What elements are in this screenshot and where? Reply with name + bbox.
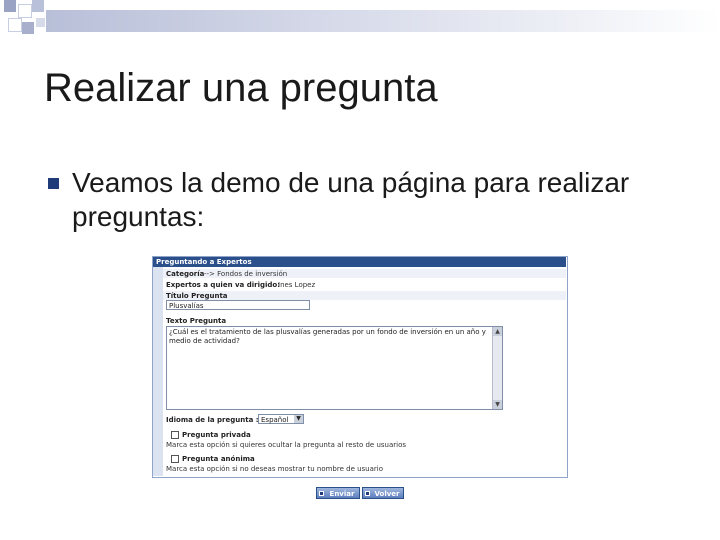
bullet-text: Veamos la demo de una página para realiz… bbox=[72, 167, 630, 232]
back-icon bbox=[365, 491, 370, 496]
deco-square bbox=[8, 18, 22, 32]
titulo-label: Título Pregunta bbox=[166, 292, 228, 300]
scroll-up-icon[interactable]: ▲ bbox=[493, 327, 502, 336]
privada-checkbox[interactable] bbox=[171, 431, 179, 439]
expertos-value: Ines Lopez bbox=[278, 281, 316, 289]
anonima-checkbox[interactable] bbox=[171, 455, 179, 463]
idioma-select[interactable]: Español ▼ bbox=[258, 414, 304, 424]
privada-label: Pregunta privada bbox=[182, 431, 251, 439]
form-header: Preguntando a Expertos bbox=[153, 257, 566, 267]
volver-button[interactable]: Volver bbox=[362, 487, 404, 499]
deco-square bbox=[22, 22, 34, 34]
anonima-help: Marca esta opción si no deseas mostrar t… bbox=[166, 465, 384, 473]
anonima-label: Pregunta anónima bbox=[182, 455, 255, 463]
idioma-label: Idioma de la pregunta : bbox=[166, 416, 259, 424]
scroll-down-icon[interactable]: ▼ bbox=[493, 400, 502, 409]
expertos-label: Expertos a quien va dirigido: bbox=[166, 281, 281, 289]
bullet-square-icon bbox=[48, 178, 59, 189]
send-icon bbox=[319, 491, 324, 496]
categoria-value: --> Fondos de inversión bbox=[204, 270, 288, 278]
texto-textarea[interactable]: ¿Cuál es el tratamiento de las plusvalía… bbox=[166, 326, 503, 410]
textarea-scrollbar[interactable]: ▲ ▼ bbox=[492, 327, 502, 409]
deco-square bbox=[4, 0, 16, 12]
deco-square bbox=[18, 4, 32, 18]
form-side-strip bbox=[153, 267, 163, 476]
deco-gradient-bar bbox=[46, 10, 720, 32]
texto-value: ¿Cuál es el tratamiento de las plusvalía… bbox=[169, 328, 486, 345]
texto-label: Texto Pregunta bbox=[166, 317, 227, 325]
form-screenshot: Preguntando a Expertos Categoría --> Fon… bbox=[152, 256, 568, 504]
decorative-header bbox=[0, 0, 720, 50]
deco-square bbox=[36, 18, 45, 27]
slide-title: Realizar una pregunta bbox=[44, 66, 438, 110]
volver-label: Volver bbox=[374, 490, 400, 498]
deco-square bbox=[32, 0, 44, 12]
titulo-input[interactable]: Plusvalías bbox=[166, 300, 310, 310]
chevron-down-icon[interactable]: ▼ bbox=[294, 415, 303, 423]
privada-help: Marca esta opción si quieres ocultar la … bbox=[166, 441, 407, 449]
categoria-label: Categoría bbox=[166, 270, 205, 278]
enviar-label: Enviar bbox=[329, 490, 355, 498]
idioma-value: Español bbox=[261, 416, 289, 424]
enviar-button[interactable]: Enviar bbox=[316, 487, 360, 499]
